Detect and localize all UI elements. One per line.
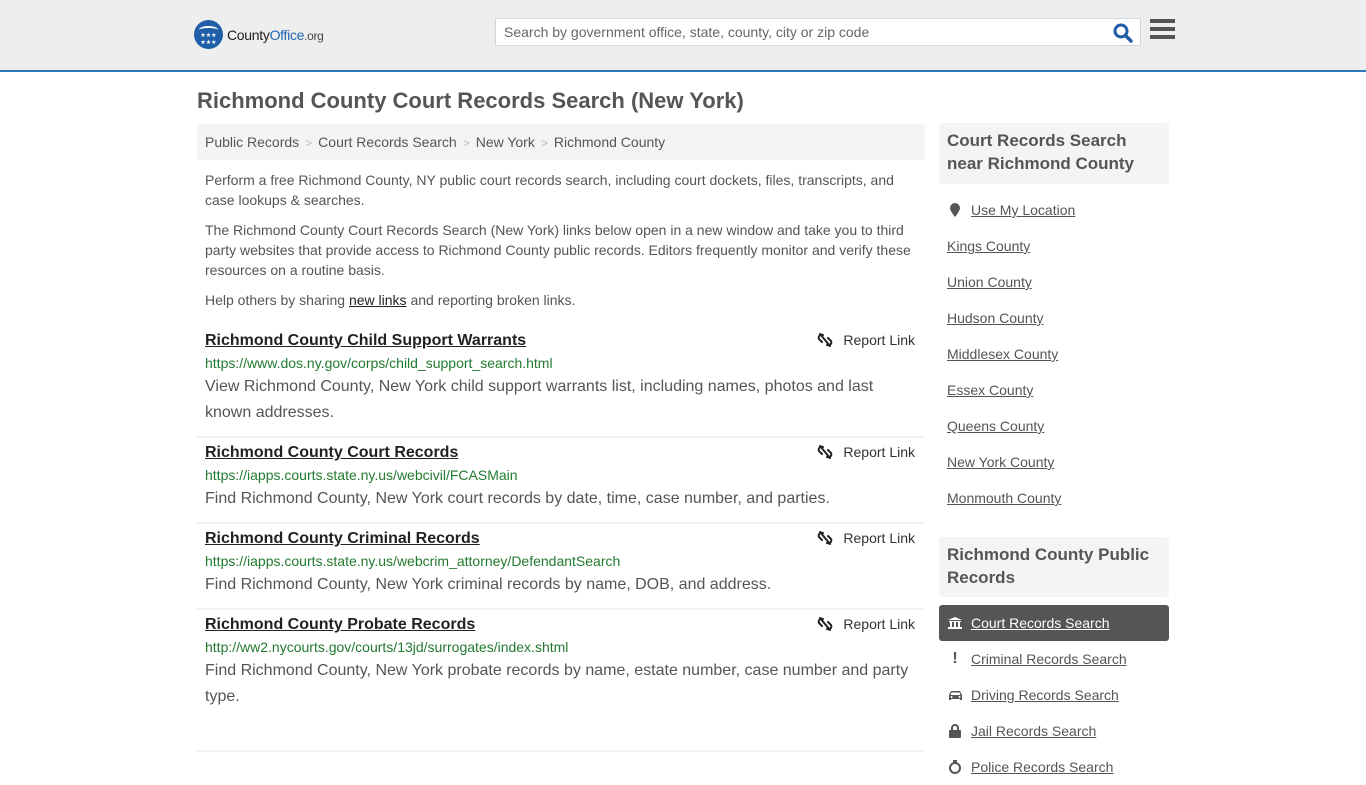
broken-link-icon <box>818 617 833 631</box>
sidebar-item-jail-records[interactable]: Jail Records Search <box>939 713 1169 749</box>
result-url[interactable]: http://ww2.nycourts.gov/courts/13jd/surr… <box>205 636 917 658</box>
broken-link-icon <box>818 531 833 545</box>
police-records-search-link[interactable]: Police Records Search <box>971 759 1113 775</box>
intro-paragraph-2: The Richmond County Court Records Search… <box>205 222 911 278</box>
breadcrumb-richmond-county[interactable]: Richmond County <box>554 134 665 150</box>
sidebar-item-nearby: Monmouth County <box>939 480 1169 516</box>
result-title-link[interactable]: Richmond County Child Support Warrants <box>205 330 526 352</box>
result-url[interactable]: https://iapps.courts.state.ny.us/webcivi… <box>205 464 917 486</box>
breadcrumb-new-york[interactable]: New York <box>476 134 535 150</box>
nearby-county-link[interactable]: Union County <box>947 274 1032 290</box>
nearby-county-link[interactable]: Middlesex County <box>947 346 1058 362</box>
site-logo[interactable]: ★★★ ★★★ CountyOffice.org <box>194 20 324 49</box>
sidebar-item-nearby: Queens County <box>939 408 1169 444</box>
sidebar-item-nearby: Union County <box>939 264 1169 300</box>
nearby-county-link[interactable]: Queens County <box>947 418 1044 434</box>
search-input[interactable] <box>496 19 1106 45</box>
page-title: Richmond County Court Records Search (Ne… <box>197 88 744 113</box>
result-title-link[interactable]: Richmond County Court Records <box>205 442 458 464</box>
jail-records-search-link[interactable]: Jail Records Search <box>971 723 1096 739</box>
broken-link-icon <box>818 445 833 459</box>
result-description: Find Richmond County, New York probate r… <box>205 662 909 705</box>
result-description: Find Richmond County, New York criminal … <box>205 576 772 593</box>
report-link-button[interactable]: Report Link <box>817 530 915 546</box>
nearby-county-link[interactable]: New York County <box>947 454 1054 470</box>
eagle-logo-icon: ★★★ ★★★ <box>194 20 223 49</box>
breadcrumb: Public Records > Court Records Search > New … <box>197 124 925 160</box>
result-item: Richmond County Probate Records Report L… <box>197 610 925 752</box>
sidebar-public-records: Richmond County Public Records Court Rec… <box>939 537 1169 785</box>
result-item: Richmond County Child Support Warrants R… <box>197 326 925 438</box>
search-button[interactable] <box>1112 22 1134 44</box>
courthouse-icon <box>947 617 963 629</box>
sidebar-item-criminal-records[interactable]: ! Criminal Records Search <box>939 641 1169 677</box>
map-pin-icon <box>947 203 963 217</box>
nearby-county-link[interactable]: Monmouth County <box>947 490 1061 506</box>
intro-paragraph-1: Perform a free Richmond County, NY publi… <box>205 172 894 208</box>
intro-paragraph-3: Help others by sharing new links and rep… <box>205 292 576 308</box>
sidebar-item-nearby: New York County <box>939 444 1169 480</box>
report-link-button[interactable]: Report Link <box>817 332 915 348</box>
nearby-county-link[interactable]: Essex County <box>947 382 1033 398</box>
breadcrumb-separator: > <box>540 136 548 150</box>
result-url[interactable]: https://www.dos.ny.gov/corps/child_suppo… <box>205 352 917 374</box>
sidebar-item-nearby: Kings County <box>939 228 1169 264</box>
site-header: ★★★ ★★★ CountyOffice.org <box>0 0 1366 72</box>
sidebar-public-records-heading: Richmond County Public Records <box>939 537 1169 597</box>
nearby-county-link[interactable]: Hudson County <box>947 310 1044 326</box>
result-description: Find Richmond County, New York court rec… <box>205 490 830 507</box>
car-icon <box>947 690 963 701</box>
result-item: Richmond County Court Records Report Lin… <box>197 438 925 524</box>
breadcrumb-court-records-search[interactable]: Court Records Search <box>318 134 457 150</box>
lock-icon <box>947 724 963 738</box>
broken-link-icon <box>818 333 833 347</box>
result-title-link[interactable]: Richmond County Criminal Records <box>205 528 480 550</box>
result-item: Richmond County Criminal Records Report … <box>197 524 925 610</box>
breadcrumb-separator: > <box>305 136 313 150</box>
report-link-button[interactable]: Report Link <box>817 444 915 460</box>
breadcrumb-separator: > <box>462 136 470 150</box>
sidebar-item-police-records[interactable]: Police Records Search <box>939 749 1169 785</box>
sidebar-nearby-heading: Court Records Search near Richmond Count… <box>939 123 1169 184</box>
court-records-search-link[interactable]: Court Records Search <box>971 615 1110 631</box>
sidebar-item-use-my-location: Use My Location <box>939 192 1169 228</box>
criminal-records-search-link[interactable]: Criminal Records Search <box>971 651 1127 667</box>
sidebar-item-nearby: Middlesex County <box>939 336 1169 372</box>
use-my-location-link[interactable]: Use My Location <box>971 202 1075 218</box>
sidebar-item-court-records[interactable]: Court Records Search <box>939 605 1169 641</box>
sidebar-item-nearby: Hudson County <box>939 300 1169 336</box>
sidebar-item-nearby: Essex County <box>939 372 1169 408</box>
nearby-county-link[interactable]: Kings County <box>947 238 1030 254</box>
search-icon <box>1113 23 1133 43</box>
result-title-link[interactable]: Richmond County Probate Records <box>205 614 475 636</box>
hamburger-menu-icon[interactable] <box>1150 19 1175 41</box>
sidebar-nearby: Court Records Search near Richmond Count… <box>939 123 1169 516</box>
result-description: View Richmond County, New York child sup… <box>205 378 874 421</box>
driving-records-search-link[interactable]: Driving Records Search <box>971 687 1119 703</box>
sidebar-item-driving-records[interactable]: Driving Records Search <box>939 677 1169 713</box>
new-links-link[interactable]: new links <box>349 292 407 308</box>
results-list: Richmond County Child Support Warrants R… <box>197 326 925 752</box>
breadcrumb-public-records[interactable]: Public Records <box>205 134 299 150</box>
exclamation-icon: ! <box>952 650 958 667</box>
logo-text: CountyOffice.org <box>227 26 324 43</box>
search-box <box>495 18 1141 46</box>
report-link-button[interactable]: Report Link <box>817 616 915 632</box>
result-url[interactable]: https://iapps.courts.state.ny.us/webcrim… <box>205 550 917 572</box>
police-icon <box>947 760 963 774</box>
